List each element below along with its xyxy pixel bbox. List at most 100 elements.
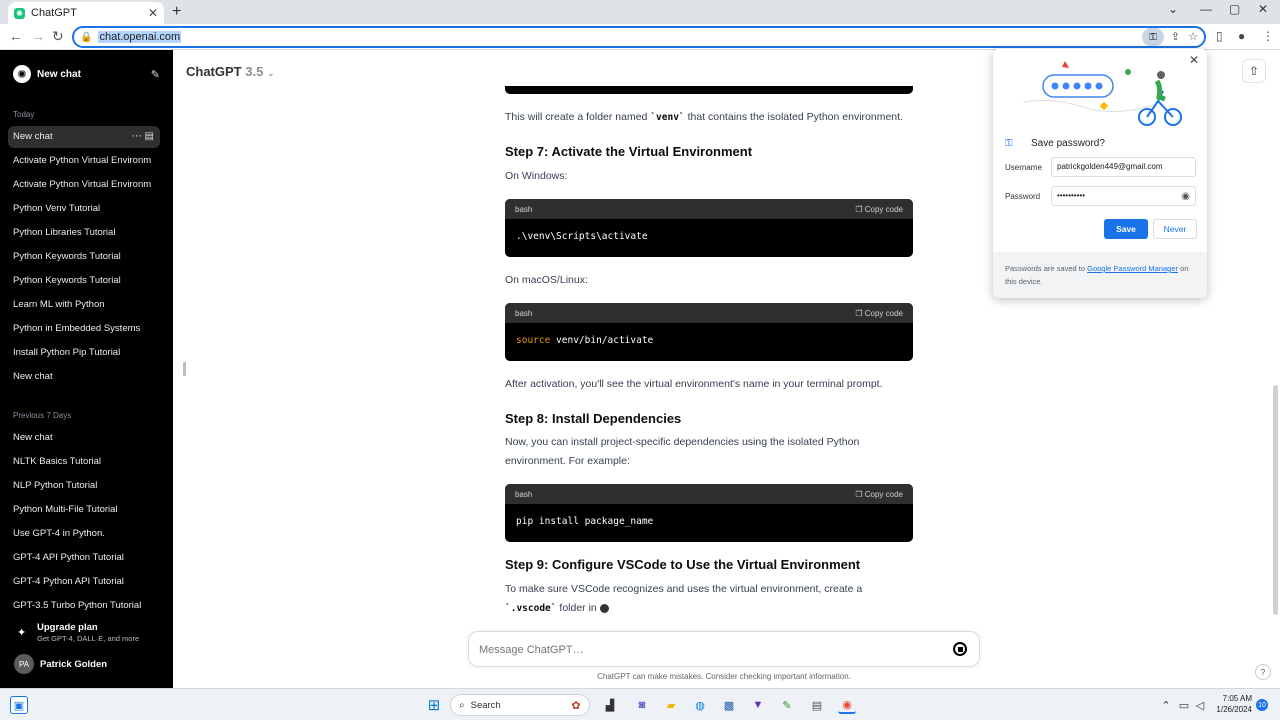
clock[interactable]: 7:05 AM 1/26/2024 <box>1210 693 1252 715</box>
close-icon[interactable]: ✕ <box>1189 53 1199 67</box>
sidebar-chat-item[interactable]: New chat <box>8 366 160 388</box>
code-content[interactable]: source venv/bin/activate <box>505 323 913 358</box>
copy-code-button[interactable]: ❐ Copy code <box>855 309 903 318</box>
paragraph-venv-folder: This will create a folder named `venv` t… <box>505 108 913 127</box>
edge-icon[interactable]: ◍ <box>691 696 709 714</box>
tab-search-icon[interactable]: ⌄ <box>1168 2 1178 16</box>
bookmark-star-icon[interactable]: ☆ <box>1188 30 1198 43</box>
never-button[interactable]: Never <box>1153 219 1197 239</box>
volume-icon[interactable]: ◁ <box>1191 696 1209 714</box>
sidebar-chat-item[interactable]: Learn ML with Python <box>8 294 160 316</box>
avatar: PA <box>14 654 34 674</box>
widgets-icon[interactable]: ▣ <box>10 696 28 714</box>
chat-options-icon[interactable]: ⋯ ▤ <box>132 126 154 148</box>
sidebar-chat-item[interactable]: Activate Python Virtual Environm <box>8 150 160 172</box>
browser-menu-icon[interactable]: ⋮ <box>1262 29 1274 43</box>
code-language: bash <box>515 204 533 214</box>
save-button[interactable]: Save <box>1104 219 1148 239</box>
code-language: bash <box>515 308 533 318</box>
password-key-icon[interactable]: ⚿ <box>1142 28 1164 46</box>
notification-badge[interactable]: 10 <box>1256 699 1268 711</box>
popup-footer: Passwords are saved to Google Password M… <box>993 252 1207 298</box>
sidebar-chat-item[interactable]: Use GPT-4 in Python. <box>8 523 160 545</box>
task-view-icon[interactable]: ▟ <box>601 696 619 714</box>
message-composer[interactable] <box>468 631 980 667</box>
sidebar-chat-item[interactable]: GPT-3.5 Turbo Python Tutorial <box>8 595 160 617</box>
maximize-icon[interactable]: ▢ <box>1229 2 1240 16</box>
sidebar-chat-item[interactable]: New chat <box>8 427 160 449</box>
password-field[interactable]: •••••••••• ◉ <box>1051 186 1196 206</box>
new-chat-button[interactable]: ✺ New chat ✎ <box>8 62 160 86</box>
sidebar-chat-item[interactable]: Python Libraries Tutorial <box>8 222 160 244</box>
news-icon[interactable]: ✿ <box>567 696 585 714</box>
copy-code-button[interactable]: ❐ Copy code <box>855 205 903 214</box>
browser-tab[interactable]: ✺ ChatGPT ✕ <box>8 2 164 24</box>
sidebar-toggle-handle[interactable] <box>183 362 186 376</box>
copy-code-button[interactable]: ❐ Copy code <box>855 490 903 499</box>
chat-title: Install Python Pip Tutorial <box>13 347 121 358</box>
address-bar[interactable]: 🔒 chat.openai.com ⚿ ⇪ ☆ <box>72 26 1206 48</box>
chrome-icon[interactable]: ◉ <box>838 696 856 714</box>
sidebar-chat-item[interactable]: New chat ⋯ ▤ <box>8 126 160 148</box>
sidebar-chat-item[interactable]: Activate Python Virtual Environm <box>8 174 160 196</box>
chat-title: GPT-4 Python API Tutorial <box>13 576 124 587</box>
sidebar-chat-item[interactable]: Python Venv Tutorial <box>8 198 160 220</box>
tray-chevron-icon[interactable]: ⌃ <box>1157 696 1175 714</box>
profile-icon[interactable]: ● <box>1238 29 1245 43</box>
sidebar-chat-item[interactable]: GPT-4 API Python Tutorial <box>8 547 160 569</box>
share-page-icon[interactable]: ⇪ <box>1171 30 1180 43</box>
inline-code: `.vscode` <box>505 603 557 614</box>
on-windows-text: On Windows: <box>505 170 568 182</box>
vpn-icon[interactable]: ▼ <box>749 696 767 714</box>
new-tab-button[interactable]: + <box>172 3 181 21</box>
app-icon[interactable]: ✎ <box>778 696 796 714</box>
chat-title: GPT-3.5 Turbo Python Tutorial <box>13 600 142 611</box>
password-manager-link[interactable]: Google Password Manager <box>1087 264 1178 273</box>
share-chat-button[interactable]: ⇧ <box>1242 59 1266 83</box>
sidebar-chat-item[interactable]: NLTK Basics Tutorial <box>8 451 160 473</box>
sidebar-chat-item[interactable]: Python Keywords Tutorial <box>8 270 160 292</box>
sidebar-chat-item[interactable]: NLP Python Tutorial <box>8 475 160 497</box>
sidebar-chat-item[interactable]: GPT-4 Python API Tutorial <box>8 571 160 593</box>
chat-app-icon[interactable]: ◙ <box>633 696 651 714</box>
sidebar-chat-item[interactable]: Install Python Pip Tutorial <box>8 342 160 364</box>
side-panel-icon[interactable]: ▯ <box>1216 29 1223 43</box>
chat-title: Python Libraries Tutorial <box>13 227 116 238</box>
sidebar-chat-item[interactable]: Python in Embedded Systems <box>8 318 160 340</box>
lock-icon[interactable]: 🔒 <box>80 32 92 43</box>
help-button[interactable]: ? <box>1255 664 1271 680</box>
scrollbar[interactable] <box>1273 385 1278 615</box>
url-text[interactable]: chat.openai.com <box>98 31 182 43</box>
chat-title: Python Venv Tutorial <box>13 203 101 214</box>
close-window-icon[interactable]: ✕ <box>1258 2 1268 16</box>
app-icon-2[interactable]: ▤ <box>808 696 826 714</box>
stop-icon <box>957 646 963 652</box>
browser-toolbar: ← → ↻ 🔒 chat.openai.com ⚿ ⇪ ☆ ▯ ● ⋮ <box>0 24 1280 50</box>
close-tab-icon[interactable]: ✕ <box>148 6 158 20</box>
text-segment: that contains the isolated Python enviro… <box>684 111 903 123</box>
eye-icon[interactable]: ◉ <box>1181 188 1190 206</box>
code-content[interactable]: pip install package_name <box>505 504 913 539</box>
model-version: 3.5 <box>245 64 264 79</box>
sidebar-chat-item[interactable]: Python Keywords Tutorial <box>8 246 160 268</box>
username-field[interactable]: patrickgolden449@gmail.com <box>1051 157 1196 177</box>
upgrade-plan-button[interactable]: ✦ Upgrade plan Get GPT-4, DALL·E, and mo… <box>8 620 160 648</box>
sidebar-chat-item[interactable]: Python Multi-File Tutorial <box>8 499 160 521</box>
file-explorer-icon[interactable]: ▰ <box>662 696 680 714</box>
back-icon[interactable]: ← <box>9 28 23 44</box>
store-icon[interactable]: ▩ <box>720 696 738 714</box>
code-content[interactable]: .\venv\Scripts\activate <box>505 219 913 254</box>
user-menu[interactable]: PA Patrick Golden <box>8 652 160 674</box>
minimize-icon[interactable]: — <box>1200 2 1212 16</box>
model-selector[interactable]: ChatGPT 3.5 ⌄ <box>186 64 275 79</box>
forward-icon[interactable]: → <box>31 28 45 44</box>
copy-label: Copy code <box>864 204 903 214</box>
reload-icon[interactable]: ↻ <box>52 28 64 44</box>
heading-step-9: Step 9: Configure VSCode to Use the Virt… <box>505 557 861 572</box>
clipboard-icon: ❐ <box>855 489 863 499</box>
message-input[interactable] <box>479 641 919 659</box>
edit-icon[interactable]: ✎ <box>151 68 160 81</box>
windows-start-icon[interactable]: ⊞ <box>425 696 443 714</box>
chat-title: New chat <box>13 371 53 382</box>
stop-generating-button[interactable] <box>953 642 967 656</box>
